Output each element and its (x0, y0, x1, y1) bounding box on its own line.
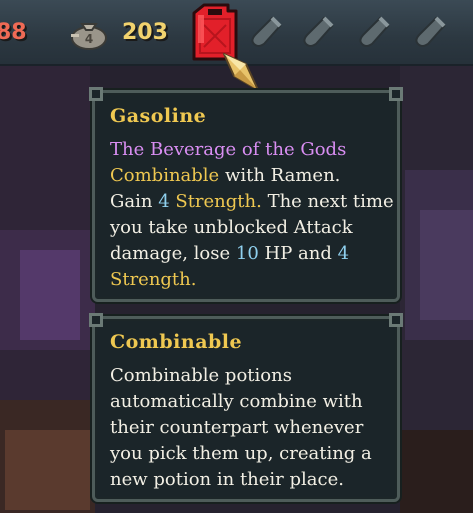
effect-line-2: you take unblocked Attack (110, 217, 353, 238)
crystal-cursor-icon (220, 50, 264, 94)
empty-potion-slot-icon[interactable] (302, 14, 336, 50)
gasoline-tooltip: Gasoline The Beverage of the Gods Combin… (89, 87, 403, 302)
empty-potion-slot-icon[interactable] (250, 14, 284, 50)
hp-counter: 88 (0, 20, 27, 45)
empty-potion-slot-icon[interactable] (414, 14, 448, 50)
tooltip-title: Combinable (110, 331, 243, 353)
combinable-tooltip: Combinable Combinable potions automatica… (89, 313, 403, 502)
gold-counter: 203 (122, 20, 168, 45)
description-line: Combinable potions (110, 365, 292, 386)
effect-line-3: damage, lose 10 HP and 4 (110, 243, 350, 264)
tooltip-title: Gasoline (110, 105, 207, 127)
description-line: new potion in their place. (110, 469, 344, 490)
strength-loss-amount: 4 (337, 243, 350, 264)
effect-line-1: Gain 4 Strength. The next time (110, 191, 394, 212)
combine-line: Combinable with Ramen. (110, 165, 341, 186)
svg-text:4: 4 (85, 32, 93, 46)
flavor-text: The Beverage of the Gods (110, 139, 347, 160)
strength-keyword: Strength. (169, 191, 262, 212)
tooltip-body: The Beverage of the Gods Combinable with… (110, 137, 394, 293)
money-bag-icon: 4 (68, 16, 110, 50)
description-line: their counterpart whenever (110, 417, 364, 438)
hp-loss-amount: 10 (235, 243, 259, 264)
strength-keyword: Strength. (110, 269, 197, 290)
description-line: you pick them up, creating a (110, 443, 372, 464)
tooltip-body: Combinable potions automatically combine… (110, 363, 389, 493)
description-line: automatically combine with (110, 391, 363, 412)
strength-amount: 4 (158, 191, 170, 212)
combinable-keyword: Combinable (110, 165, 220, 186)
empty-potion-slot-icon[interactable] (358, 14, 392, 50)
